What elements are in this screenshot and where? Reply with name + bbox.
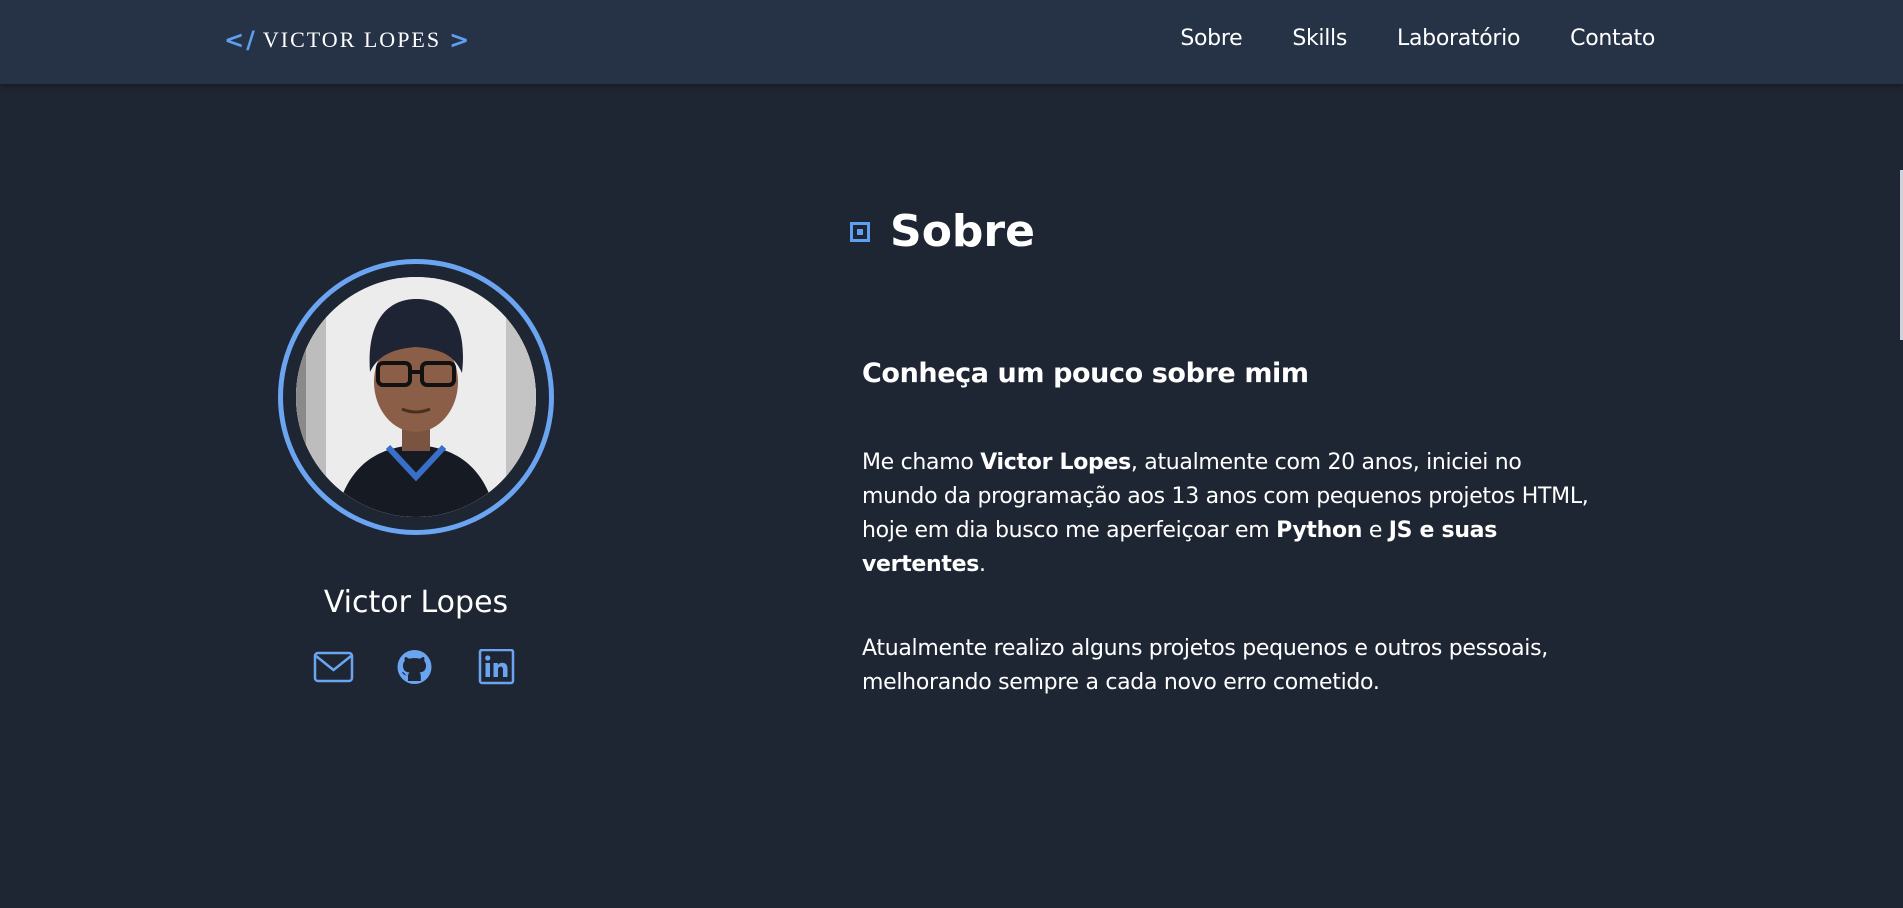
about-paragraph-1: Me chamo Victor Lopes, atualmente com 20… <box>862 446 1592 582</box>
logo-right-bracket: > <box>449 26 472 54</box>
nav-link-laboratorio[interactable]: Laboratório <box>1397 26 1520 51</box>
about-paragraph-2: Atualmente realizo alguns projetos peque… <box>862 636 1548 695</box>
avatar-photo <box>296 277 536 517</box>
email-link[interactable] <box>313 649 354 685</box>
logo-name: VICTOR LOPES <box>262 27 442 52</box>
avatar <box>296 277 536 517</box>
social-links <box>313 648 516 685</box>
nav-link-contato[interactable]: Contato <box>1570 26 1655 51</box>
main-nav: Sobre Skills Laboratório Contato <box>1180 26 1655 51</box>
logo-left-bracket: </ <box>224 26 257 54</box>
nav-link-sobre[interactable]: Sobre <box>1180 26 1242 51</box>
paragraph-bold-python: Python <box>1276 518 1363 543</box>
paragraph-bold-name: Victor Lopes <box>980 450 1131 475</box>
nav-link-skills[interactable]: Skills <box>1292 26 1347 51</box>
paragraph-text: e <box>1362 518 1389 543</box>
site-logo[interactable]: </ VICTOR LOPES > <box>224 26 471 54</box>
about-section: Sobre Conheça um pouco sobre mim Me cham… <box>850 206 1590 695</box>
linkedin-icon <box>478 648 515 685</box>
section-title: Sobre <box>850 206 1590 257</box>
github-icon <box>397 650 432 684</box>
paragraph-text: Me chamo <box>862 450 981 475</box>
profile-card: Victor Lopes <box>278 259 554 685</box>
about-subtitle: Conheça um pouco sobre mim <box>862 358 1309 389</box>
section-heading: Sobre <box>890 206 1035 257</box>
square-bullet-icon <box>850 221 870 242</box>
linkedin-link[interactable] <box>475 648 516 685</box>
avatar-ring <box>278 259 554 535</box>
envelope-icon <box>313 651 354 683</box>
github-link[interactable] <box>394 649 435 685</box>
navbar: </ VICTOR LOPES > Sobre Skills Laboratór… <box>0 0 1903 84</box>
paragraph-text: . <box>979 552 986 577</box>
profile-name: Victor Lopes <box>323 585 509 620</box>
